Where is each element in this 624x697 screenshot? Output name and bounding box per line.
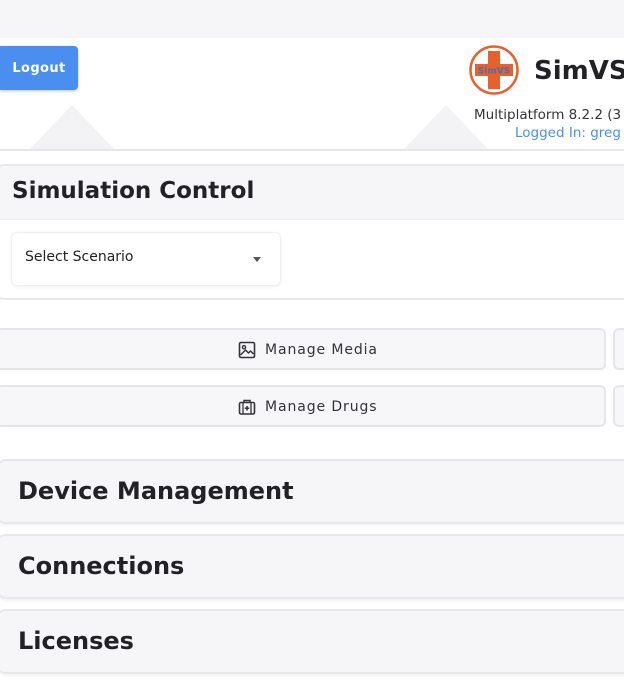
section-device-management[interactable]: Device Management [0, 459, 624, 524]
logout-button[interactable]: Logout [0, 46, 78, 90]
section-title: Device Management [18, 477, 294, 505]
image-icon [238, 341, 256, 359]
chevron-down-icon [253, 257, 261, 262]
top-strip [0, 0, 624, 38]
simulation-control-title: Simulation Control [12, 178, 255, 204]
side-button[interactable] [613, 385, 624, 427]
section-title: Licenses [18, 627, 134, 655]
medkit-icon [238, 399, 256, 415]
logged-in-user: Logged In: greg [515, 125, 621, 141]
app-header: Logout SimVS SimVS Multiplatform 8.2.2 (… [0, 38, 624, 151]
app-name: SimVS [534, 56, 624, 86]
simulation-control-card: Simulation Control Select Scenario [0, 164, 624, 300]
manage-drugs-label: Manage Drugs [265, 399, 378, 415]
section-licenses[interactable]: Licenses [0, 609, 624, 674]
page: Logout SimVS SimVS Multiplatform 8.2.2 (… [0, 0, 624, 697]
version-text: Multiplatform 8.2.2 (3 [474, 107, 622, 123]
manage-media-button[interactable]: Manage Media [0, 328, 606, 370]
manage-media-label: Manage Media [265, 342, 378, 358]
background-shape [30, 105, 114, 149]
scenario-select-placeholder: Select Scenario [25, 249, 134, 265]
section-title: Connections [18, 552, 185, 580]
manage-drugs-button[interactable]: Manage Drugs [0, 385, 606, 427]
simvs-logo-icon: SimVS [469, 45, 519, 95]
logo-text: SimVS [478, 67, 510, 77]
side-button[interactable] [613, 328, 624, 370]
scenario-select[interactable]: Select Scenario [11, 232, 281, 286]
section-connections[interactable]: Connections [0, 534, 624, 599]
